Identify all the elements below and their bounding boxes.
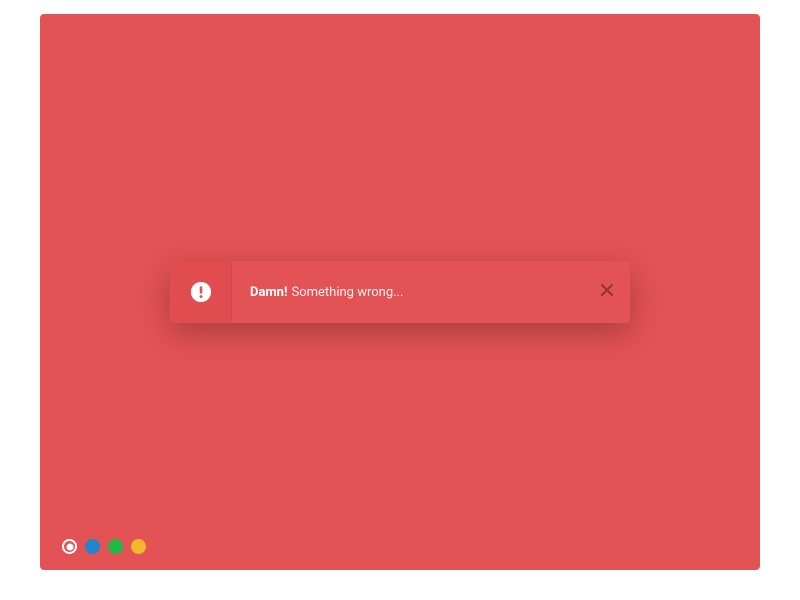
close-icon: [601, 284, 613, 300]
theme-dot-green[interactable]: [108, 539, 123, 554]
theme-dot-yellow[interactable]: [131, 539, 146, 554]
alert: Damn! Something wrong...: [170, 261, 630, 323]
alert-title: Damn!: [250, 285, 287, 300]
theme-dot-blue[interactable]: [85, 539, 100, 554]
alert-icon-box: [170, 261, 232, 323]
alert-body: Damn! Something wrong...: [232, 261, 584, 323]
alert-text: Something wrong...: [291, 285, 403, 300]
theme-dot-red[interactable]: [62, 539, 77, 554]
exclamation-icon: [191, 282, 211, 302]
theme-dots: [62, 539, 146, 554]
stage: Damn! Something wrong...: [40, 14, 760, 570]
close-button[interactable]: [584, 261, 630, 323]
